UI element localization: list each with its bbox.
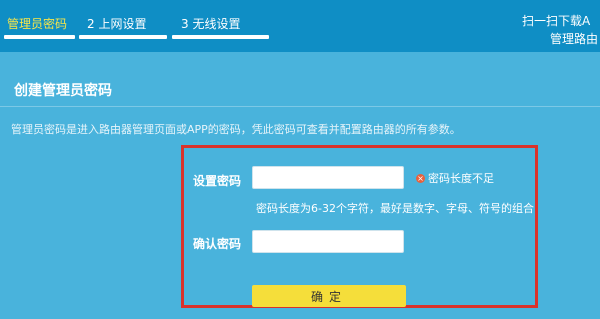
password-label: 设置密码 [193, 174, 242, 188]
page-description: 管理员密码是进入路由器管理页面或APP的密码，凭此密码可查看并配置路由器的所有参… [11, 123, 461, 136]
step-progress-bar-3 [172, 35, 269, 39]
confirm-password-input[interactable] [252, 230, 404, 253]
step-internet-settings[interactable]: 2 上网设置 [87, 15, 146, 32]
step-progress-bar-2 [79, 35, 167, 39]
divider [0, 106, 600, 107]
step-admin-password[interactable]: 管理员密码 [7, 15, 67, 32]
error-icon: × [416, 173, 425, 183]
step-progress-bar-1 [4, 35, 75, 39]
top-bar: 管理员密码 2 上网设置 3 无线设置 扫一扫下载A 管理路由 [0, 0, 600, 52]
password-error: × 密码长度不足 [416, 170, 494, 186]
password-hint: 密码长度为6-32个字符，最好是数字、字母、符号的组合 [256, 202, 534, 215]
confirm-button[interactable]: 确定 [252, 285, 406, 307]
page-title: 创建管理员密码 [14, 83, 112, 99]
password-error-text: 密码长度不足 [428, 172, 494, 185]
app-download-text: 扫一扫下载A [522, 14, 591, 28]
confirm-password-label: 确认密码 [193, 237, 242, 251]
step-wireless-settings[interactable]: 3 无线设置 [181, 15, 240, 32]
password-input[interactable] [252, 166, 404, 189]
app-download-subtext: 管理路由 [550, 32, 599, 46]
